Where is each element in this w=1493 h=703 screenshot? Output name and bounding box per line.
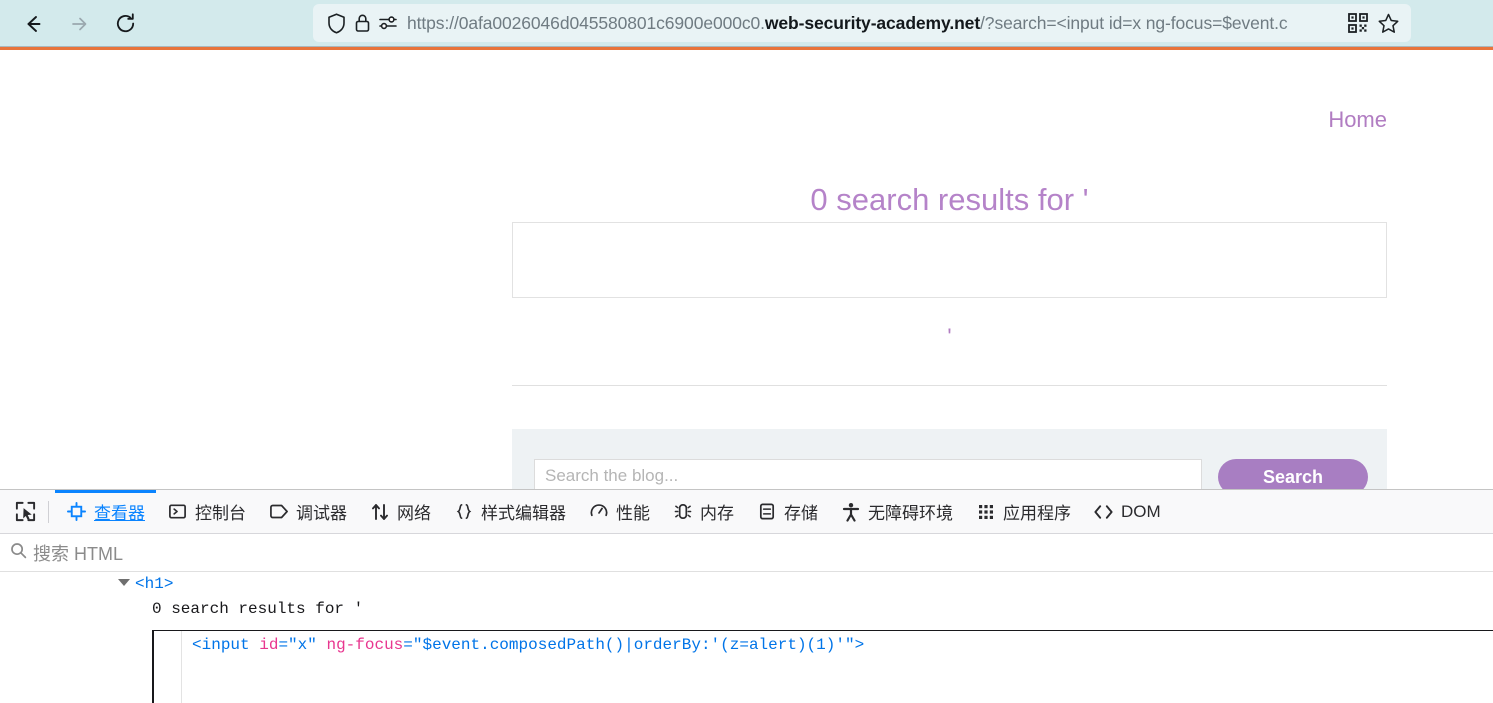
url-host: web-security-academy.net <box>764 13 981 33</box>
content-divider <box>512 385 1387 386</box>
devtools-toolbar: 查看器 控制台 调试器 网络 样式编辑器 性能 内存 存储 无障碍环境 应用程序… <box>0 489 1493 534</box>
devtools-panel: 查看器 控制台 调试器 网络 样式编辑器 性能 内存 存储 无障碍环境 应用程序… <box>0 489 1493 703</box>
tab-memory[interactable]: 内存 <box>661 490 745 534</box>
tab-label: 控制台 <box>195 504 246 523</box>
url-path: /?search=<input id=x ng-focus=$event.c <box>980 13 1288 33</box>
tab-debugger[interactable]: 调试器 <box>257 490 358 534</box>
blog-search-section: Search <box>512 429 1387 489</box>
application-icon <box>975 501 996 522</box>
tab-label: 查看器 <box>94 504 145 523</box>
reload-button[interactable] <box>108 7 142 41</box>
h1-tag-name: h1 <box>144 575 164 593</box>
attr-ngfocus-equals: = <box>403 636 413 654</box>
url-fade-overlay <box>1281 10 1339 36</box>
injected-xss-input[interactable] <box>512 222 1387 298</box>
tab-label: 无障碍环境 <box>868 504 953 523</box>
debugger-icon <box>268 501 289 522</box>
search-input[interactable] <box>534 459 1202 489</box>
tab-console[interactable]: 控制台 <box>156 490 257 534</box>
page-title: 0 search results for ' <box>810 182 1089 217</box>
accessibility-icon <box>840 501 861 522</box>
dom-indent-guide <box>181 631 182 703</box>
forward-button[interactable] <box>62 7 96 41</box>
dom-node-input-row[interactable]: <input id="x" ng-focus="$event.composedP… <box>192 636 864 654</box>
search-icon <box>10 542 27 564</box>
tracking-protection-shield-icon[interactable] <box>323 10 349 36</box>
page-viewport: Home 0 search results for ' ' Search <box>0 47 1493 489</box>
input-open-bracket: < <box>192 636 202 654</box>
h1-close-bracket: > <box>163 575 174 593</box>
tab-label: 调试器 <box>296 504 347 523</box>
expand-twisty-icon[interactable] <box>118 579 130 587</box>
site-permissions-icon[interactable] <box>375 10 401 36</box>
search-button[interactable]: Search <box>1218 459 1368 489</box>
tab-dom[interactable]: DOM <box>1082 490 1172 534</box>
tab-accessibility[interactable]: 无障碍环境 <box>829 490 964 534</box>
tab-storage[interactable]: 存储 <box>745 490 829 534</box>
tab-label: 应用程序 <box>1003 504 1071 523</box>
element-picker-button[interactable] <box>8 495 42 529</box>
h1-open-bracket: < <box>135 575 145 593</box>
attr-id-name: id <box>259 636 279 654</box>
home-link[interactable]: Home <box>1328 107 1387 133</box>
dom-tree: <h1> 0 search results for ' <input id="x… <box>0 572 1493 703</box>
style-editor-icon <box>453 501 474 522</box>
tab-performance[interactable]: 性能 <box>577 490 661 534</box>
browser-chrome: https://0afa0026046d045580801c6900e000c0… <box>0 0 1493 47</box>
tab-inspector[interactable]: 查看器 <box>55 489 156 534</box>
qr-code-icon[interactable] <box>1343 8 1373 38</box>
url-prefix: https://0afa0026046d045580801c6900e000c0… <box>407 13 765 33</box>
page-accent-bar <box>0 47 1493 50</box>
memory-icon <box>672 501 693 522</box>
dom-node-h1[interactable]: <h1> <box>0 572 1493 597</box>
back-arrow-icon <box>27 15 41 32</box>
tab-label: 存储 <box>784 504 818 523</box>
padlock-icon[interactable] <box>349 10 375 36</box>
dom-node-text[interactable]: 0 search results for ' <box>0 597 1493 622</box>
tab-label: 网络 <box>397 504 431 523</box>
url-bar[interactable]: https://0afa0026046d045580801c6900e000c0… <box>313 4 1411 42</box>
tab-label: DOM <box>1121 501 1161 521</box>
forward-arrow-icon <box>72 17 87 30</box>
dom-text-node: 0 search results for ' <box>152 600 364 618</box>
performance-icon <box>588 501 609 522</box>
attr-ngfocus-value: "$event.composedPath()|orderBy:'(z=alert… <box>412 636 855 654</box>
input-tag-name: input <box>201 636 250 654</box>
html-search-placeholder: 搜索 HTML <box>33 543 123 564</box>
stray-quote-text: ' <box>947 324 952 349</box>
space-1 <box>250 636 260 654</box>
back-button[interactable] <box>16 7 50 41</box>
attr-id-equals: = <box>278 636 289 654</box>
tab-network[interactable]: 网络 <box>358 490 442 534</box>
console-icon <box>167 501 188 522</box>
tab-label: 内存 <box>700 504 734 523</box>
tab-style-editor[interactable]: 样式编辑器 <box>442 490 577 534</box>
tab-label: 样式编辑器 <box>481 504 566 523</box>
url-text: https://0afa0026046d045580801c6900e000c0… <box>407 10 1288 36</box>
attr-ngfocus-name: ng-focus <box>326 636 404 654</box>
dom-icon <box>1093 501 1114 522</box>
url-text-container: https://0afa0026046d045580801c6900e000c0… <box>407 10 1339 36</box>
attr-id-value: "x" <box>288 636 317 654</box>
star-bookmark-icon[interactable] <box>1373 8 1403 38</box>
toolbar-separator <box>48 500 49 523</box>
tab-application[interactable]: 应用程序 <box>964 490 1082 534</box>
dom-node-input-selected[interactable]: <input id="x" ng-focus="$event.composedP… <box>152 630 1493 703</box>
reload-icon <box>116 13 134 33</box>
tab-label: 性能 <box>616 504 650 523</box>
element-picker-icon <box>15 501 35 522</box>
inspector-icon <box>66 501 87 522</box>
input-close-bracket: > <box>854 636 865 654</box>
html-search-bar[interactable]: 搜索 HTML <box>0 534 1493 572</box>
network-icon <box>369 501 390 522</box>
storage-icon <box>756 501 777 522</box>
